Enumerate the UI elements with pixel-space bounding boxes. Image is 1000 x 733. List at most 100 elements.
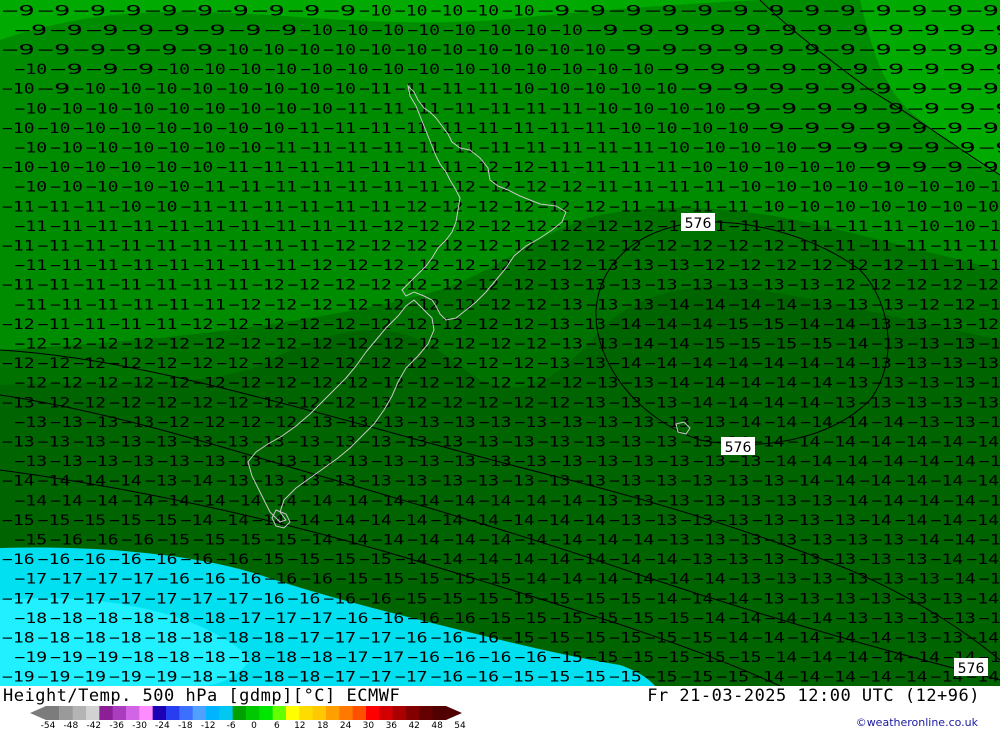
temperature-value: −14 <box>765 454 798 470</box>
temperature-value: −13 <box>752 513 785 529</box>
temperature-value: −11 <box>931 239 964 255</box>
temperature-value: −11 <box>157 258 190 274</box>
temperature-value: −15 <box>550 611 583 627</box>
temperature-value: −11 <box>443 101 476 117</box>
temperature-value: −12 <box>38 356 71 372</box>
color-scale-cell <box>59 706 74 720</box>
color-scale-cell <box>126 706 140 720</box>
temperature-value: −12 <box>443 337 476 353</box>
temperature-value: −12 <box>265 337 298 353</box>
temperature-value: −11 <box>372 101 405 117</box>
temperature-value: −14 <box>693 572 726 588</box>
temperature-value: −13 <box>15 415 48 431</box>
credit-link[interactable]: ©weatheronline.co.uk <box>856 716 978 729</box>
temperature-value: −10 <box>681 160 714 176</box>
temperature-value: −11 <box>145 239 178 255</box>
temperature-value: −13 <box>573 356 606 372</box>
temperature-value: −12 <box>716 239 749 255</box>
temperature-value: −11 <box>145 278 178 294</box>
temperature-value: −9 <box>2 3 35 19</box>
temperature-value: −10 <box>609 121 642 137</box>
temperature-value: −12 <box>966 278 999 294</box>
temperature-value: −10 <box>538 43 571 59</box>
temperature-value: −13 <box>657 493 690 509</box>
temperature-value: −12 <box>395 199 428 215</box>
temperature-value: −10 <box>479 62 512 78</box>
temperature-value: −18 <box>265 650 298 666</box>
temperature-value: −10 <box>288 82 321 98</box>
temperature-value: −13 <box>550 297 583 313</box>
color-scale-cell <box>206 706 220 720</box>
temperature-value: −13 <box>943 415 976 431</box>
temperature-value: −12 <box>538 239 571 255</box>
temperature-value: −14 <box>336 493 369 509</box>
temperature-value: −10 <box>359 43 392 59</box>
temperature-value: −15 <box>407 572 440 588</box>
temperature-value: −9 <box>907 101 940 117</box>
temperature-value: −10 <box>466 43 499 59</box>
color-scale-cell <box>379 706 394 720</box>
temperature-value: −13 <box>931 631 964 647</box>
temperature-value: −13 <box>693 415 726 431</box>
temperature-value: −15 <box>109 513 142 529</box>
temperature-value: −9 <box>931 160 964 176</box>
temperature-value: −16 <box>515 650 548 666</box>
color-scale-cell <box>299 706 314 720</box>
temperature-value: −10 <box>193 141 226 157</box>
temperature-value: −12 <box>73 395 106 411</box>
color-scale-tick-label: 54 <box>454 721 466 731</box>
temperature-value: −14 <box>265 493 298 509</box>
temperature-value: −14 <box>895 474 928 490</box>
temperature-value: −13 <box>645 395 678 411</box>
temperature-value: −18 <box>216 670 249 686</box>
temperature-value: −12 <box>323 239 356 255</box>
temperature-value: −13 <box>216 474 249 490</box>
temperature-value: −9 <box>895 43 928 59</box>
temperature-value: −11 <box>336 141 369 157</box>
temperature-value: −13 <box>586 258 619 274</box>
temperature-value: −13 <box>538 317 571 333</box>
temperature-value: −11 <box>229 219 262 235</box>
temperature-value: −9 <box>872 141 905 157</box>
temperature-value: −10 <box>515 62 548 78</box>
temperature-value: −18 <box>15 611 48 627</box>
temperature-value: −10 <box>229 141 262 157</box>
temperature-value: −16 <box>431 670 464 686</box>
temperature-value: −12 <box>966 317 999 333</box>
temperature-value: −11 <box>216 199 249 215</box>
temperature-value: −10 <box>622 62 655 78</box>
map-panel: −9 −9 −9 −9 −9 −9 −9 −9 −9 −9 −10 −10 −10 −10 −10 −9 −9−… <box>0 0 1000 686</box>
temperature-value: −11 <box>372 180 405 196</box>
temperature-value: −12 <box>323 395 356 411</box>
temperature-value: −9 <box>122 62 155 78</box>
temperature-value: −13 <box>515 415 548 431</box>
temperature-value: −10 <box>586 62 619 78</box>
temperature-value: −9 <box>931 43 964 59</box>
temperature-value: −12 <box>359 317 392 333</box>
temperature-value: −14 <box>15 493 48 509</box>
temperature-value: −10 <box>895 199 928 215</box>
temperature-value: −13 <box>693 454 726 470</box>
temperature-value: −13 <box>359 474 392 490</box>
temperature-value: −10 <box>252 43 285 59</box>
temperature-value: −12 <box>359 278 392 294</box>
temperature-value: −11 <box>181 199 214 215</box>
temperature-value: −16 <box>466 670 499 686</box>
temperature-value: −10 <box>907 180 940 196</box>
color-scale-cell <box>112 706 127 720</box>
temperature-value: −10 <box>15 62 48 78</box>
temperature-value: −14 <box>823 356 856 372</box>
temperature-values: −9 −9 −9 −9 −9 −9 −9 −9 −9 −9 −10 −10 −10 −10 −10 −9 −9−… <box>2 3 1000 685</box>
temperature-value: −13 <box>609 474 642 490</box>
temperature-value: −13 <box>836 611 869 627</box>
temperature-value: −13 <box>122 454 155 470</box>
temperature-value: −14 <box>645 317 678 333</box>
temperature-value: −16 <box>265 572 298 588</box>
temperature-value: −18 <box>252 670 285 686</box>
temperature-value: −14 <box>859 435 892 451</box>
temperature-value: −12 <box>466 160 499 176</box>
temperature-value: −13 <box>586 376 619 392</box>
temperature-value: −10 <box>800 180 833 196</box>
color-scale-cell <box>72 706 87 720</box>
temperature-value: −9 <box>122 23 155 39</box>
